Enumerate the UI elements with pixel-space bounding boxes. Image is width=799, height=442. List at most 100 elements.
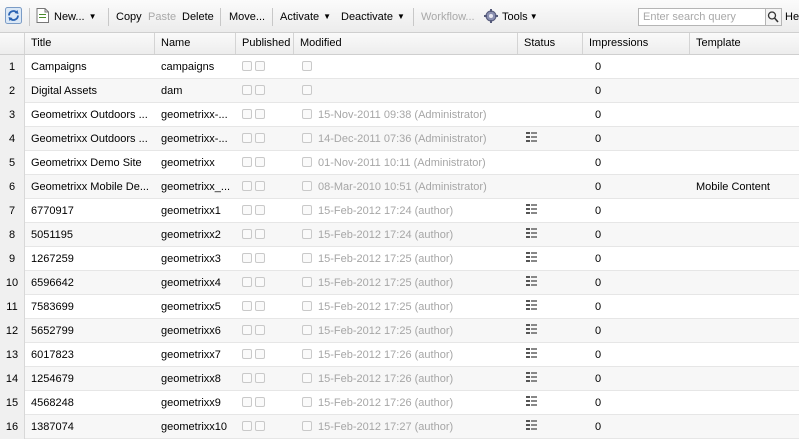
- row-number: 10: [0, 271, 25, 295]
- cell-template: [696, 151, 796, 175]
- checkbox-icon: [255, 205, 265, 216]
- modified-text: 14-Dec-2011 07:36 (Administrator): [318, 133, 487, 145]
- row-number: 3: [0, 103, 25, 127]
- checkbox-icon: [255, 157, 265, 168]
- checkbox-icon: [255, 349, 265, 360]
- modified-text: 15-Feb-2012 17:26 (author): [318, 373, 454, 385]
- table-row[interactable]: 9 1267259 geometrixx3 15-Feb-2012 17:25 (au…: [0, 247, 799, 271]
- cell-template: [696, 199, 796, 223]
- activate-button[interactable]: Activate ▼: [280, 0, 331, 33]
- table-row[interactable]: 16 1387074 geometrixx10 15-Feb-2012 17:27 (…: [0, 415, 799, 439]
- table-row[interactable]: 1 Campaigns campaigns 0: [0, 55, 799, 79]
- cell-impressions: 0: [595, 349, 602, 361]
- cell-modified: 15-Feb-2012 17:26 (author): [302, 391, 512, 415]
- toolbar-separator: [29, 8, 30, 26]
- deactivate-button[interactable]: Deactivate ▼: [341, 0, 405, 33]
- cell-impressions: 0: [595, 205, 602, 217]
- table-row[interactable]: 12 5652799 geometrixx6 15-Feb-2012 17:25 (a…: [0, 319, 799, 343]
- tools-gear-icon: [484, 9, 498, 23]
- delete-button[interactable]: Delete: [182, 0, 214, 33]
- modified-text: 15-Feb-2012 17:25 (author): [318, 253, 454, 265]
- checkbox-icon: [255, 277, 265, 288]
- column-header-title[interactable]: Title: [25, 33, 155, 54]
- cell-impressions: 0: [595, 253, 602, 265]
- table-row[interactable]: 5 Geometrixx Demo Site geometrixx 01-Nov-20…: [0, 151, 799, 175]
- column-header-published[interactable]: Published: [236, 33, 294, 54]
- column-header-name[interactable]: Name: [155, 33, 236, 54]
- cell-published: [242, 415, 282, 439]
- column-header-status[interactable]: Status: [518, 33, 583, 54]
- cell-template: [696, 247, 796, 271]
- status-list-icon: [526, 324, 537, 335]
- cell-impressions: 0: [595, 421, 602, 433]
- cell-status: [526, 391, 566, 415]
- checkbox-icon: [255, 373, 265, 384]
- checkbox-icon: [242, 301, 252, 312]
- cell-name: geometrixx2: [161, 229, 221, 241]
- table-row[interactable]: 2 Digital Assets dam 0: [0, 79, 799, 103]
- table-row[interactable]: 6 Geometrixx Mobile De... geometrixx_... 08…: [0, 175, 799, 199]
- cell-status: [526, 295, 566, 319]
- column-header-template[interactable]: Template: [690, 33, 799, 54]
- chevron-down-icon: ▼: [323, 12, 332, 21]
- refresh-icon[interactable]: [5, 7, 22, 24]
- table-row[interactable]: 14 1254679 geometrixx8 15-Feb-2012 17:26 (a…: [0, 367, 799, 391]
- table-row[interactable]: 4 Geometrixx Outdoors ... geometrixx-... 14…: [0, 127, 799, 151]
- tools-button[interactable]: Tools ▼: [502, 0, 538, 33]
- workflow-button[interactable]: Workflow...: [421, 0, 475, 33]
- cell-published: [242, 367, 282, 391]
- table-row[interactable]: 11 7583699 geometrixx5 15-Feb-2012 17:25 (a…: [0, 295, 799, 319]
- column-header-modified[interactable]: Modified: [294, 33, 518, 54]
- cell-title: Geometrixx Outdoors ...: [31, 133, 148, 145]
- cell-name: geometrixx5: [161, 301, 221, 313]
- cell-published: [242, 391, 282, 415]
- checkbox-icon: [242, 373, 252, 384]
- cell-impressions: 0: [595, 397, 602, 409]
- checkbox-icon: [242, 157, 252, 168]
- cell-name: geometrixx9: [161, 397, 221, 409]
- cell-modified: 15-Feb-2012 17:27 (author): [302, 415, 512, 439]
- table-row[interactable]: 7 6770917 geometrixx1 15-Feb-2012 17:24 (au…: [0, 199, 799, 223]
- cell-status: [526, 127, 566, 151]
- help-button[interactable]: He: [785, 0, 799, 33]
- search-input[interactable]: [638, 8, 766, 26]
- status-list-icon: [526, 300, 537, 311]
- new-button[interactable]: New... ▼: [54, 0, 97, 33]
- cell-template: [696, 295, 796, 319]
- table-row[interactable]: 3 Geometrixx Outdoors ... geometrixx-... 15…: [0, 103, 799, 127]
- checkbox-icon: [302, 61, 312, 72]
- cell-status: [526, 271, 566, 295]
- column-header-impressions[interactable]: Impressions: [583, 33, 690, 54]
- checkbox-icon: [242, 109, 252, 120]
- cell-published: [242, 343, 282, 367]
- checkbox-icon: [242, 253, 252, 264]
- modified-text: 15-Feb-2012 17:25 (author): [318, 325, 454, 337]
- checkbox-icon: [302, 397, 312, 408]
- modified-text: 15-Feb-2012 17:24 (author): [318, 205, 454, 217]
- paste-button[interactable]: Paste: [148, 0, 176, 33]
- copy-button[interactable]: Copy: [116, 0, 142, 33]
- cell-title: 1387074: [31, 421, 74, 433]
- table-row[interactable]: 15 4568248 geometrixx9 15-Feb-2012 17:26 (a…: [0, 391, 799, 415]
- cell-title: Geometrixx Demo Site: [31, 157, 142, 169]
- modified-text: 01-Nov-2011 10:11 (Administrator): [318, 157, 486, 169]
- row-number: 16: [0, 415, 25, 439]
- chevron-down-icon: ▼: [529, 12, 538, 21]
- cell-published: [242, 199, 282, 223]
- table-row[interactable]: 13 6017823 geometrixx7 15-Feb-2012 17:26 (a…: [0, 343, 799, 367]
- cell-published: [242, 151, 282, 175]
- search-button[interactable]: [766, 8, 782, 26]
- tools-label: Tools: [502, 11, 528, 23]
- checkbox-icon: [255, 301, 265, 312]
- table-row[interactable]: 10 6596642 geometrixx4 15-Feb-2012 17:25 (a…: [0, 271, 799, 295]
- move-button[interactable]: Move...: [229, 0, 265, 33]
- table-row[interactable]: 8 5051195 geometrixx2 15-Feb-2012 17:24 (au…: [0, 223, 799, 247]
- cell-template: [696, 223, 796, 247]
- cell-modified: 15-Feb-2012 17:26 (author): [302, 367, 512, 391]
- cell-title: 1267259: [31, 253, 74, 265]
- checkbox-icon: [242, 205, 252, 216]
- status-list-icon: [526, 204, 537, 215]
- new-page-icon[interactable]: [36, 8, 49, 23]
- checkbox-icon: [242, 61, 252, 72]
- cell-title: 4568248: [31, 397, 74, 409]
